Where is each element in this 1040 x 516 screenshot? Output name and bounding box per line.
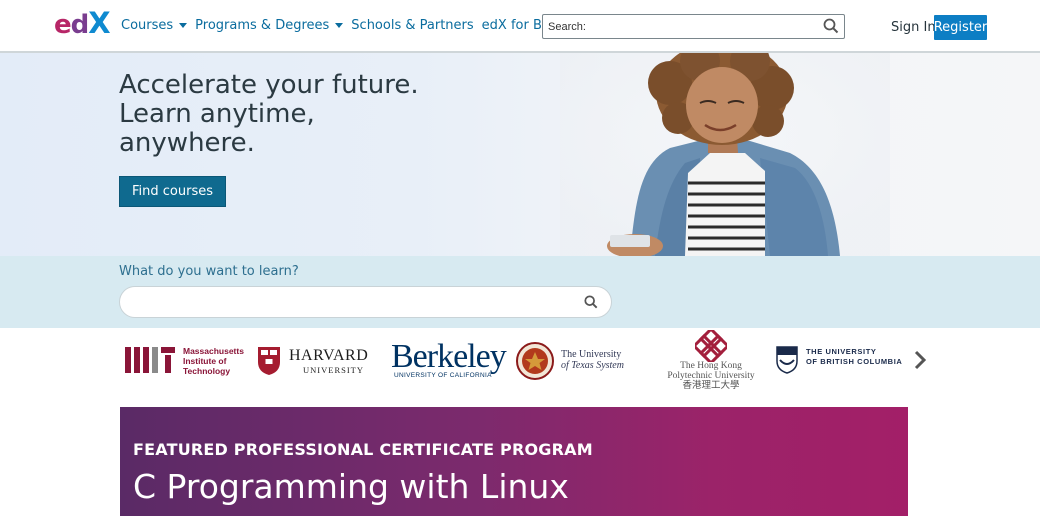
ubc-line-1: THE UNIVERSITY bbox=[806, 347, 877, 356]
chevron-down-icon bbox=[179, 23, 188, 28]
ubc-line-2: OF BRITISH COLUMBIA bbox=[806, 357, 903, 366]
polyu-line-3: 香港理工大學 bbox=[682, 381, 740, 391]
sign-in-link[interactable]: Sign In bbox=[891, 20, 936, 35]
polyu-line-2: Polytechnic University bbox=[667, 371, 755, 381]
edx-logo[interactable]: edX bbox=[54, 6, 111, 40]
ut-system-logo[interactable]: The University of Texas System bbox=[516, 342, 646, 380]
search-icon[interactable] bbox=[823, 18, 839, 34]
polyu-line-1: The Hong Kong bbox=[680, 361, 742, 371]
hero-banner: Accelerate your future. Learn anytime, a… bbox=[0, 53, 1040, 256]
mit-line-3: Technology bbox=[183, 366, 231, 376]
hero-title: Accelerate your future. Learn anytime, a… bbox=[119, 70, 419, 158]
header-search bbox=[542, 14, 845, 39]
logo-letter-e: e bbox=[54, 10, 72, 40]
mit-line-2: Institute of bbox=[183, 356, 227, 366]
berkeley-logo[interactable]: Berkeley UNIVERSITY OF CALIFORNIA bbox=[391, 340, 509, 382]
site-header: edX Courses Programs & Degrees Schools &… bbox=[0, 0, 1040, 53]
ut-line-2: of Texas System bbox=[561, 360, 624, 371]
learn-search-label: What do you want to learn? bbox=[119, 264, 299, 279]
mit-logo[interactable]: Massachusetts Institute of Technology bbox=[125, 346, 247, 376]
chevron-down-icon bbox=[335, 23, 344, 28]
harvard-name: HARVARD bbox=[289, 347, 369, 364]
polyu-mark-icon bbox=[695, 330, 727, 362]
mit-line-1: Massachusetts bbox=[183, 346, 244, 356]
berkeley-name: Berkeley bbox=[391, 338, 507, 375]
logo-letter-d: d bbox=[70, 10, 90, 40]
search-icon[interactable] bbox=[584, 295, 598, 309]
featured-program-banner[interactable]: FEATURED PROFESSIONAL CERTIFICATE PROGRA… bbox=[120, 407, 908, 516]
nav-programs-label: Programs & Degrees bbox=[195, 18, 330, 33]
mit-mark-icon bbox=[125, 347, 175, 373]
partner-logos: Massachusetts Institute of Technology HA… bbox=[0, 328, 1040, 406]
logo-letter-x: X bbox=[88, 6, 110, 40]
harvard-shield-icon bbox=[258, 347, 280, 375]
learn-search-band: What do you want to learn? bbox=[0, 256, 1040, 328]
ubc-logo[interactable]: THE UNIVERSITY OF BRITISH COLUMBIA bbox=[776, 346, 916, 376]
berkeley-sub: UNIVERSITY OF CALIFORNIA bbox=[394, 372, 492, 379]
chevron-right-icon[interactable] bbox=[913, 350, 927, 370]
harvard-sub: UNIVERSITY bbox=[303, 365, 364, 375]
nav-schools-partners[interactable]: Schools & Partners bbox=[351, 18, 473, 33]
featured-kicker: FEATURED PROFESSIONAL CERTIFICATE PROGRA… bbox=[133, 440, 593, 459]
nav-courses-label: Courses bbox=[121, 18, 174, 33]
featured-title: C Programming with Linux bbox=[133, 467, 569, 506]
hero-photo bbox=[560, 53, 890, 256]
ut-line-1: The University bbox=[561, 349, 622, 360]
harvard-logo[interactable]: HARVARD UNIVERSITY bbox=[257, 346, 379, 378]
register-button[interactable]: Register bbox=[934, 15, 987, 40]
nav-programs-degrees[interactable]: Programs & Degrees bbox=[195, 18, 344, 33]
ut-seal-icon bbox=[516, 342, 554, 380]
header-search-input[interactable] bbox=[543, 15, 813, 38]
nav-schools-label: Schools & Partners bbox=[351, 18, 474, 33]
ubc-shield-icon bbox=[776, 346, 798, 374]
find-courses-button[interactable]: Find courses bbox=[119, 176, 226, 207]
nav-courses[interactable]: Courses bbox=[121, 18, 188, 33]
learn-search-input[interactable] bbox=[119, 286, 612, 318]
main-nav: Courses Programs & Degrees Schools & Par… bbox=[121, 18, 598, 33]
polyu-logo[interactable]: The Hong Kong Polytechnic University 香港理… bbox=[645, 330, 777, 392]
